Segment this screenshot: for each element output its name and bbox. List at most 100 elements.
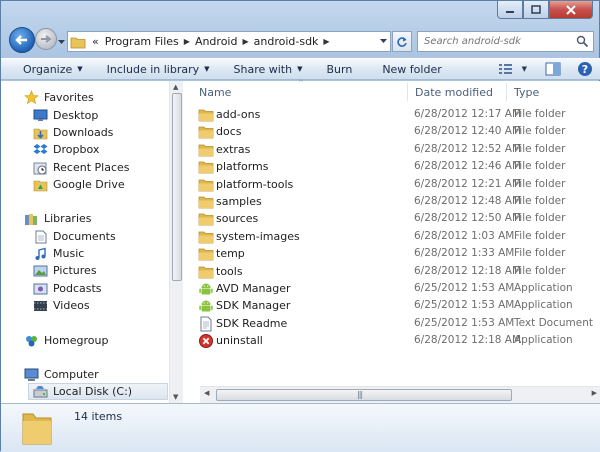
nav-podcasts[interactable]: Podcasts: [32, 280, 102, 297]
file-row[interactable]: AVD Manager 6/25/2012 1:53 AM Application: [184, 280, 600, 297]
nav-pictures[interactable]: Pictures: [32, 262, 97, 279]
nav-music-label: Music: [53, 247, 85, 260]
chevron-down-icon[interactable]: ▼: [522, 65, 527, 73]
breadcrumb-android[interactable]: Android: [192, 35, 241, 48]
horizontal-scrollbar[interactable]: ◀ ||| ▶: [200, 386, 600, 403]
item-count: 14 items: [74, 410, 123, 423]
file-type: Text Document: [514, 316, 593, 329]
recent-locations-button[interactable]: [58, 35, 65, 48]
music-icon: [35, 247, 46, 260]
downloads-icon: [33, 128, 47, 139]
file-row[interactable]: tools 6/28/2012 12:18 AM File folder: [184, 263, 600, 280]
nav-dropbox[interactable]: Dropbox: [32, 141, 99, 158]
maximize-icon: [531, 5, 541, 14]
nav-downloads[interactable]: Downloads: [32, 124, 113, 141]
nav-videos[interactable]: Videos: [32, 297, 90, 314]
file-row[interactable]: platforms 6/28/2012 12:46 AM File folder: [184, 158, 600, 175]
folder-icon: [198, 177, 214, 193]
burn-button[interactable]: Burn: [312, 63, 362, 76]
address-dropdown[interactable]: [376, 32, 390, 51]
change-view-icon[interactable]: [498, 62, 514, 76]
scroll-left-icon[interactable]: ◀: [204, 389, 209, 397]
folder-icon: [22, 413, 52, 445]
file-row[interactable]: add-ons 6/28/2012 12:17 AM File folder: [184, 106, 600, 123]
breadcrumb-android-sdk[interactable]: android-sdk: [251, 35, 322, 48]
refresh-icon: [397, 36, 407, 47]
share-with-label: Share with: [233, 62, 293, 76]
file-date-modified: 6/28/2012 12:40 AM: [414, 125, 522, 138]
nav-google-drive[interactable]: Google Drive: [32, 176, 125, 193]
chevron-down-icon: [380, 39, 387, 43]
nav-recent-places[interactable]: Recent Places: [32, 159, 130, 176]
help-icon[interactable]: ?: [577, 61, 593, 77]
refresh-button[interactable]: [392, 31, 412, 52]
nav-pictures-label: Pictures: [53, 264, 97, 277]
file-row[interactable]: SDK Readme 6/25/2012 1:53 AM Text Document: [184, 315, 600, 332]
preview-pane-icon[interactable]: [545, 62, 561, 76]
forward-button[interactable]: [35, 28, 57, 50]
file-row[interactable]: uninstall 6/28/2012 12:18 AM Application: [184, 332, 600, 349]
file-type: Application: [514, 282, 573, 294]
navigation-scrollbar[interactable]: ▲ ▼: [169, 81, 183, 403]
column-type-label: Type: [514, 85, 540, 99]
file-row[interactable]: extras 6/28/2012 12:52 AM File folder: [184, 141, 600, 158]
nav-recent-places-label: Recent Places: [53, 161, 130, 174]
column-divider[interactable]: [506, 83, 507, 101]
nav-homegroup-label: Homegroup: [44, 334, 109, 347]
file-row[interactable]: SDK Manager 6/25/2012 1:53 AM Application: [184, 297, 600, 314]
chevron-down-icon: ▼: [77, 65, 83, 73]
podcasts-icon: [33, 283, 47, 294]
column-header-date[interactable]: Date modified: [410, 83, 493, 101]
libraries-icon: [24, 213, 37, 225]
scroll-up-icon[interactable]: ▲: [173, 83, 178, 91]
file-name: samples: [216, 195, 262, 208]
scroll-down-icon[interactable]: ▼: [173, 393, 178, 401]
minimize-button[interactable]: [497, 1, 523, 19]
chevron-right-icon[interactable]: ▶: [240, 37, 250, 46]
minimize-icon: [506, 10, 514, 13]
nav-libraries[interactable]: Libraries: [23, 210, 92, 227]
close-button[interactable]: [549, 1, 593, 19]
column-header-name[interactable]: Name: [194, 83, 231, 101]
horizontal-scrollbar-thumb[interactable]: |||: [216, 389, 512, 401]
nav-local-disk[interactable]: Local Disk (C:): [28, 383, 168, 400]
column-divider[interactable]: [407, 83, 408, 101]
android-icon: [198, 298, 214, 314]
search-box[interactable]: [417, 31, 594, 52]
file-row[interactable]: sources 6/28/2012 12:50 AM File folder: [184, 210, 600, 227]
organize-button[interactable]: Organize ▼: [1, 63, 93, 76]
breadcrumb-program-files[interactable]: Program Files: [102, 35, 182, 48]
chevron-right-icon[interactable]: ▶: [182, 37, 192, 46]
nav-documents[interactable]: Documents: [32, 228, 116, 245]
maximize-button[interactable]: [523, 1, 549, 19]
address-prefix[interactable]: «: [89, 35, 102, 48]
search-input[interactable]: [424, 36, 574, 47]
file-row[interactable]: platform-tools 6/28/2012 12:21 AM File fol…: [184, 176, 600, 193]
nav-music[interactable]: Music: [32, 245, 84, 262]
nav-local-disk-label: Local Disk (C:): [53, 385, 133, 398]
scroll-right-icon[interactable]: ▶: [592, 389, 597, 397]
nav-computer[interactable]: Computer: [23, 366, 99, 383]
file-row[interactable]: system-images 6/28/2012 1:03 AM File folde…: [184, 228, 600, 245]
nav-favorites-label: Favorites: [44, 91, 94, 104]
new-folder-button[interactable]: New folder: [362, 63, 451, 76]
address-bar[interactable]: « Program Files ▶ Android ▶ android-sdk …: [67, 31, 391, 52]
forward-arrow-icon: [41, 35, 52, 43]
file-row[interactable]: docs 6/28/2012 12:40 AM File folder: [184, 123, 600, 140]
chevron-right-icon[interactable]: ▶: [321, 37, 331, 46]
file-type: File folder: [514, 247, 566, 260]
file-type: File folder: [514, 108, 566, 120]
nav-desktop[interactable]: Desktop: [32, 107, 98, 124]
include-in-library-button[interactable]: Include in library ▼: [93, 63, 220, 76]
nav-computer-label: Computer: [44, 368, 99, 381]
scrollbar-thumb[interactable]: [172, 93, 182, 281]
column-header-type[interactable]: Type: [509, 83, 539, 101]
nav-homegroup[interactable]: Homegroup: [23, 332, 108, 349]
share-with-button[interactable]: Share with ▼: [220, 63, 313, 76]
nav-desktop-label: Desktop: [53, 109, 99, 122]
android-icon: [198, 281, 214, 297]
file-row[interactable]: samples 6/28/2012 12:48 AM File folder: [184, 193, 600, 210]
file-row[interactable]: temp 6/28/2012 1:33 AM File folder: [184, 245, 600, 262]
nav-favorites[interactable]: Favorites: [23, 89, 94, 106]
back-button[interactable]: [9, 27, 35, 53]
